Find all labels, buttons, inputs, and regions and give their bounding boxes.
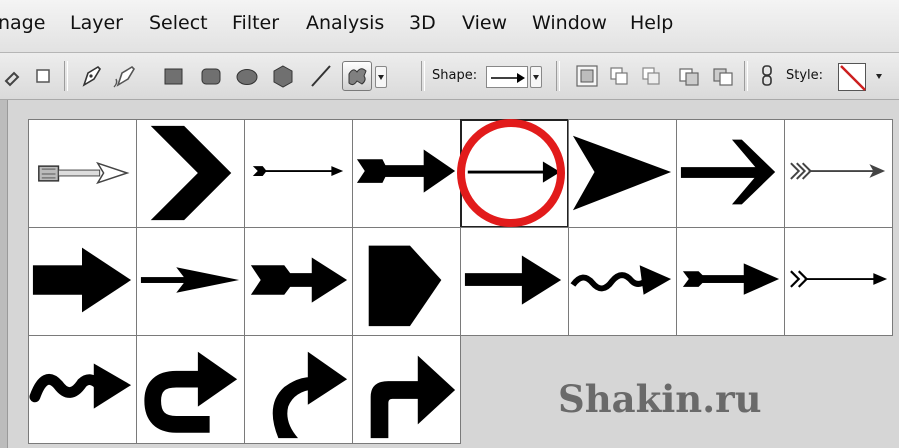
options-bar: Shape: Style:: [0, 53, 899, 100]
menu-analysis[interactable]: Analysis: [306, 12, 384, 34]
shape-curved-arrow[interactable]: [244, 335, 353, 444]
shape-thin-arrow-tail[interactable]: [244, 119, 353, 228]
menu-bar: nage Layer Select Filter Analysis 3D Vie…: [0, 0, 899, 53]
pen-icon[interactable]: [76, 61, 106, 91]
shape-layers-icon[interactable]: [572, 61, 602, 91]
menu-layer[interactable]: Layer: [70, 12, 123, 34]
shape-thin-arrow[interactable]: [460, 119, 569, 228]
menu-image[interactable]: nage: [0, 12, 45, 34]
shape-triangle-arrow[interactable]: [568, 119, 677, 228]
menu-view[interactable]: View: [462, 12, 507, 34]
shape-notched-arrow[interactable]: [244, 227, 353, 336]
separator: [556, 61, 560, 91]
separator: [64, 61, 68, 91]
shape-feathered-thin-arrow[interactable]: [784, 227, 893, 336]
shape-medium-arrow[interactable]: [460, 227, 569, 336]
style-swatch[interactable]: [838, 63, 866, 91]
shape-wavy-arrow[interactable]: [568, 227, 677, 336]
shape-chevron-arrow[interactable]: [136, 119, 245, 228]
shape-heavy-tail-arrow[interactable]: [352, 119, 461, 228]
ellipse-icon[interactable]: [232, 61, 262, 91]
add-to-area-icon[interactable]: [674, 61, 704, 91]
shape-u-turn-arrow[interactable]: [136, 335, 245, 444]
shape-dropdown[interactable]: [530, 66, 542, 88]
shape-notched-line-arrow[interactable]: [676, 227, 785, 336]
link-icon[interactable]: [752, 61, 782, 91]
custom-shape-icon[interactable]: [342, 61, 372, 91]
shape-bold-line-arrow[interactable]: [676, 119, 785, 228]
rounded-rectangle-icon[interactable]: [196, 61, 226, 91]
watermark: Shakin.ru: [558, 377, 762, 421]
shape-double-feather-arrow[interactable]: [784, 119, 893, 228]
freeform-pen-icon[interactable]: [110, 61, 140, 91]
freeform-lasso-icon[interactable]: [0, 61, 30, 91]
style-label: Style:: [786, 68, 824, 83]
rectangle-marquee-icon[interactable]: [28, 61, 58, 91]
custom-shape-dropdown[interactable]: [375, 66, 387, 88]
menu-3d[interactable]: 3D: [409, 12, 436, 34]
subtract-area-icon[interactable]: [708, 61, 738, 91]
fill-pixels-icon[interactable]: [636, 61, 666, 91]
shape-preview[interactable]: [486, 66, 528, 88]
shape-arrow-feathered[interactable]: [28, 119, 137, 228]
shape-label: Shape:: [432, 68, 478, 83]
line-icon[interactable]: [306, 61, 336, 91]
panel-background: [0, 100, 899, 120]
polygon-icon[interactable]: [268, 61, 298, 91]
shape-squiggle-arrow[interactable]: [28, 335, 137, 444]
rectangle-shape-icon[interactable]: [158, 61, 188, 91]
separator: [421, 61, 425, 91]
panel-edge: [0, 100, 8, 448]
style-dropdown[interactable]: [874, 66, 886, 88]
shape-slim-arrow[interactable]: [136, 227, 245, 336]
shape-pentagon-arrow[interactable]: [352, 227, 461, 336]
separator: [744, 61, 748, 91]
paths-icon[interactable]: [604, 61, 634, 91]
menu-window[interactable]: Window: [532, 12, 607, 34]
shape-block-arrow[interactable]: [28, 227, 137, 336]
menu-select[interactable]: Select: [149, 12, 208, 34]
menu-help[interactable]: Help: [630, 12, 673, 34]
shape-right-angle-arrow[interactable]: [352, 335, 461, 444]
menu-filter[interactable]: Filter: [232, 12, 279, 34]
